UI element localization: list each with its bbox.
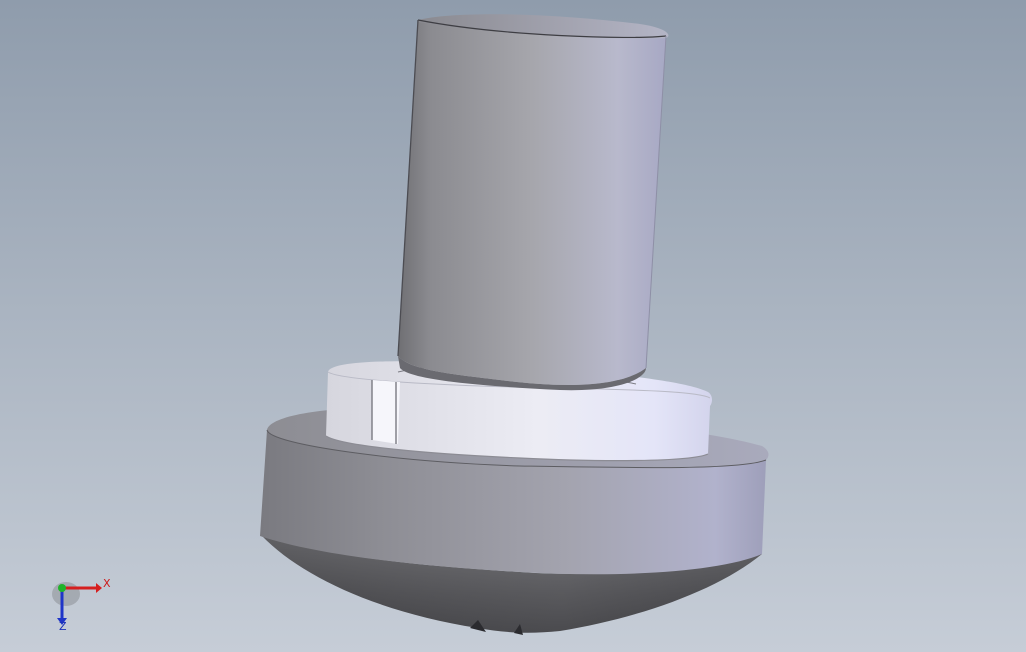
collar-slot[interactable] xyxy=(371,380,400,444)
cylinder-shaft[interactable] xyxy=(397,14,669,391)
x-axis-label: X xyxy=(103,577,111,590)
3d-model[interactable] xyxy=(0,0,1026,652)
z-axis-label: Z xyxy=(59,620,67,633)
orientation-triad: X Z xyxy=(50,572,120,636)
graphics-viewport[interactable]: X Z xyxy=(0,0,1026,652)
